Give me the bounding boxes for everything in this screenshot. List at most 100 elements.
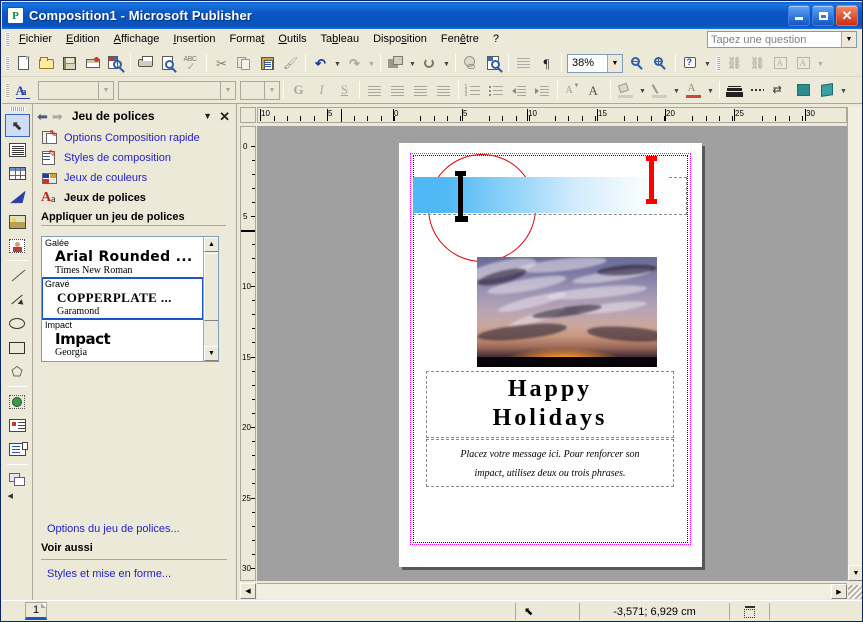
styles-and-formatting-button[interactable]: A a — [12, 79, 35, 101]
search-button[interactable] — [104, 52, 127, 74]
decrease-font-size-button[interactable]: A ▼ — [561, 79, 584, 101]
task-pane-link-publication-designs[interactable]: ✎ Styles de composition — [33, 148, 236, 168]
italic-button[interactable]: I — [310, 79, 333, 101]
arrow-right-icon[interactable]: ➡ — [52, 110, 63, 123]
underline-button[interactable]: S — [333, 79, 356, 101]
objects-toolbar-overflow[interactable]: ◀ — [5, 492, 30, 500]
spell-check-button[interactable]: ABC ✓ — [180, 52, 203, 74]
sunset-photo[interactable] — [477, 257, 657, 367]
task-pane-link-font-schemes[interactable]: A a Jeux de polices — [33, 188, 236, 208]
tool-form-control[interactable] — [5, 414, 30, 437]
special-characters-button[interactable] — [512, 52, 535, 74]
fill-color-button[interactable] — [614, 79, 637, 101]
close-icon[interactable]: ✕ — [219, 110, 230, 123]
toolbar-grip-2[interactable] — [716, 55, 720, 71]
tool-oval[interactable] — [5, 312, 30, 335]
chevron-down-icon[interactable]: ▼ — [98, 81, 113, 99]
horizontal-scroll-left-button[interactable]: ◀ — [240, 583, 256, 599]
scroll-thumb[interactable] — [204, 253, 218, 321]
menu-insertion[interactable]: Insertion — [166, 31, 222, 47]
formatting-overflow-dropdown[interactable]: ▼ — [838, 79, 849, 101]
open-document-button[interactable] — [35, 52, 58, 74]
bulleted-list-button[interactable] — [485, 79, 508, 101]
new-document-button[interactable] — [12, 52, 35, 74]
horizontal-scrollbar[interactable]: ▶ — [257, 583, 847, 599]
menu-disposition[interactable]: Disposition — [366, 31, 434, 47]
chevron-down-icon[interactable]: ▼ — [220, 81, 235, 99]
horizontal-scroll-right-button[interactable]: ▶ — [831, 584, 847, 599]
tool-arrow[interactable] — [5, 288, 30, 311]
body-text[interactable]: Placez votre message ici. Pour renforcer… — [429, 445, 671, 483]
font-scheme-item[interactable]: Industriel Franklin Gothic ... Franklin … — [42, 360, 203, 361]
align-justify-button[interactable] — [432, 79, 455, 101]
send-email-button[interactable] — [81, 52, 104, 74]
align-center-button[interactable] — [386, 79, 409, 101]
tool-hot-spot[interactable] — [5, 390, 30, 413]
toolbar-overflow-dropdown[interactable]: ▼ — [815, 52, 826, 74]
break-text-link-button[interactable]: ⛓ — [746, 52, 769, 74]
task-pane-link-label[interactable]: Jeux de polices — [64, 192, 146, 204]
objects-toolbar-grip[interactable] — [9, 107, 25, 111]
chevron-down-icon[interactable]: ▼ — [264, 81, 279, 99]
insert-hyperlink-button[interactable] — [459, 52, 482, 74]
formatting-marks-button[interactable]: ¶ — [535, 52, 558, 74]
formatting-toolbar-grip[interactable] — [5, 82, 9, 98]
zoom-value[interactable]: 38% — [568, 57, 607, 69]
undo-dropdown[interactable]: ▼ — [332, 52, 343, 74]
font-list-scrollbar[interactable]: ▲ ▼ — [203, 237, 218, 361]
menu-fichier[interactable]: Fichier — [12, 31, 59, 47]
tool-design-gallery-object[interactable] — [5, 468, 30, 491]
undo-button[interactable]: ↶ — [309, 52, 332, 74]
chevron-down-icon[interactable]: ▼ — [841, 32, 856, 47]
tool-insert-wordart[interactable]: ◢ — [5, 186, 30, 209]
shadow-style-button[interactable] — [792, 79, 815, 101]
copy-button[interactable] — [233, 52, 256, 74]
close-button[interactable]: ✕ — [836, 5, 858, 26]
tool-select-objects[interactable]: ⬉ — [4, 114, 30, 137]
chevron-down-icon[interactable]: ▼ — [607, 54, 622, 72]
zoom-out-button[interactable] — [626, 52, 649, 74]
toolbar-grip[interactable] — [5, 55, 9, 71]
font-scheme-item[interactable]: Galée Arial Rounded ... Times New Roman — [42, 237, 203, 278]
menu-tableau[interactable]: Tableau — [314, 31, 367, 47]
fill-color-dropdown[interactable]: ▼ — [637, 79, 648, 101]
tool-rectangle[interactable] — [5, 336, 30, 359]
design-gallery-button[interactable] — [482, 52, 505, 74]
heading-text[interactable]: Happy Holidays — [426, 375, 674, 433]
previous-text-box-button[interactable]: A — [769, 52, 792, 74]
print-preview-button[interactable] — [157, 52, 180, 74]
style-combo[interactable]: ▼ — [38, 80, 114, 100]
next-text-box-button[interactable]: A — [792, 52, 815, 74]
bring-to-front-button[interactable] — [384, 52, 407, 74]
decrease-indent-button[interactable] — [508, 79, 531, 101]
line-color-dropdown[interactable]: ▼ — [671, 79, 682, 101]
selection-handle-bottom-left[interactable] — [455, 216, 468, 222]
maximize-button[interactable] — [812, 5, 834, 26]
task-pane-link-quick-publication[interactable]: ✎ Options Composition rapide — [33, 128, 236, 148]
tool-html-fragment[interactable] — [5, 438, 30, 461]
3d-style-button[interactable] — [815, 79, 838, 101]
paste-button[interactable] — [256, 52, 279, 74]
publication-page[interactable]: Happy Holidays Placez votre message ici.… — [399, 143, 702, 567]
font-color-dropdown[interactable]: ▼ — [705, 79, 716, 101]
task-pane-link-label[interactable]: Jeux de couleurs — [64, 172, 147, 184]
menu-affichage[interactable]: Affichage — [107, 31, 167, 47]
ask-a-question-input[interactable]: Tapez une question — [708, 34, 841, 46]
format-painter-button[interactable]: 🖌 — [279, 52, 302, 74]
line-style-button[interactable] — [723, 79, 746, 101]
dash-style-button[interactable] — [746, 79, 769, 101]
vertical-scrollbar[interactable]: ▼ — [847, 107, 862, 581]
selection-handle-middle-right[interactable] — [649, 156, 654, 204]
scroll-up-button[interactable]: ▲ — [204, 237, 218, 252]
task-pane-link-color-schemes[interactable]: Jeux de couleurs — [33, 168, 236, 188]
numbered-list-button[interactable]: 123 — [462, 79, 485, 101]
selection-handle-bottom-right[interactable] — [646, 199, 657, 204]
arrow-left-icon[interactable]: ⬅ — [37, 110, 48, 123]
arrow-style-button[interactable]: ⇄ — [769, 79, 792, 101]
font-scheme-item-selected[interactable]: Gravé COPPERPLATE ... Garamond — [42, 277, 203, 320]
page-tab-1[interactable]: 1 — [25, 602, 47, 620]
task-pane-link-label[interactable]: Styles de composition — [64, 152, 171, 164]
horizontal-ruler[interactable]: 10 5 0 5 10 15 20 25 30 — [257, 107, 847, 123]
tool-clip-organizer[interactable] — [5, 234, 30, 257]
create-text-link-button[interactable]: ⛓ — [723, 52, 746, 74]
